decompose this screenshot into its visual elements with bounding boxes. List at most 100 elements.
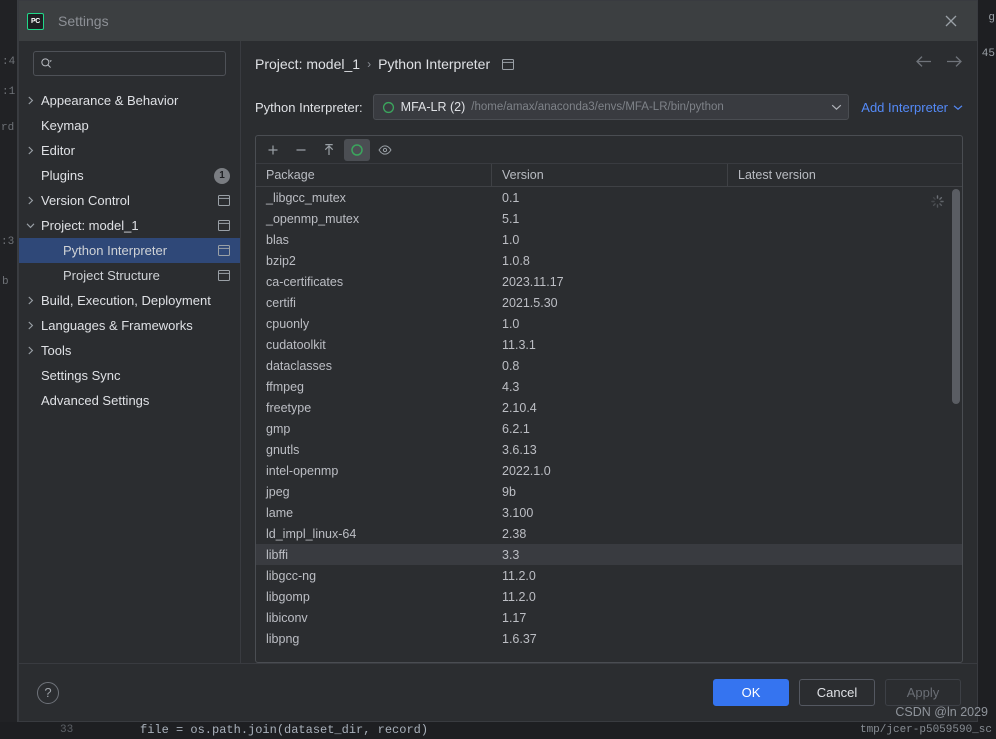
ide-code-text: file = os.path.join(dataset_dir, record) <box>140 723 429 737</box>
ok-button[interactable]: OK <box>713 679 789 706</box>
package-table-scrollbar[interactable] <box>952 189 960 647</box>
sidebar-item-appearance-behavior[interactable]: Appearance & Behavior <box>19 88 240 113</box>
column-header-latest-version[interactable]: Latest version <box>728 164 962 186</box>
table-row[interactable]: blas 1.0 <box>256 229 962 250</box>
sidebar-item-editor[interactable]: Editor <box>19 138 240 163</box>
sidebar-item-build-execution-deployment[interactable]: Build, Execution, Deployment <box>19 288 240 313</box>
table-row[interactable]: gnutls 3.6.13 <box>256 439 962 460</box>
table-row[interactable]: libffi 3.3 <box>256 544 962 565</box>
table-row[interactable]: intel-openmp 2022.1.0 <box>256 460 962 481</box>
search-input[interactable] <box>53 55 219 72</box>
backdrop-fragment-2: rd <box>1 122 15 134</box>
close-icon[interactable] <box>929 1 973 41</box>
backdrop-right-fragment-0: g <box>988 12 995 24</box>
search-icon <box>41 58 52 68</box>
arrow-left-icon[interactable] <box>915 55 932 73</box>
sidebar-item-plugins[interactable]: Plugins 1 <box>19 163 240 188</box>
table-row[interactable]: cudatoolkit 11.3.1 <box>256 334 962 355</box>
sidebar-item-project-structure[interactable]: Project Structure <box>19 263 240 288</box>
chevron-down-icon[interactable] <box>831 103 842 111</box>
dialog-body: Appearance & Behavior Keymap Editor Plugins… <box>19 41 977 663</box>
plugins-update-badge: 1 <box>214 167 230 184</box>
cell-version: 6.2.1 <box>502 421 530 436</box>
column-header-version[interactable]: Version <box>492 164 728 186</box>
cell-version: 2022.1.0 <box>502 463 551 478</box>
eye-icon <box>378 143 392 157</box>
cell-version: 11.2.0 <box>502 568 536 583</box>
cell-version: 3.100 <box>502 505 534 520</box>
add-package-button[interactable] <box>260 139 286 161</box>
cell-version: 3.3 <box>502 547 520 562</box>
table-row[interactable]: ca-certificates 2023.11.17 <box>256 271 962 292</box>
help-button[interactable]: ? <box>37 681 59 704</box>
sidebar-item-python-interpreter[interactable]: Python Interpreter <box>19 238 240 263</box>
upgrade-package-button[interactable] <box>316 139 342 161</box>
interpreter-path: /home/amax/anaconda3/envs/MFA-LR/bin/pyt… <box>471 101 724 113</box>
package-toolbar <box>256 136 962 164</box>
table-row[interactable]: ffmpeg 4.3 <box>256 376 962 397</box>
conda-env-button[interactable] <box>344 138 370 161</box>
sidebar-item-tools[interactable]: Tools <box>19 338 240 363</box>
sidebar-item-advanced-settings[interactable]: Advanced Settings <box>19 388 240 413</box>
table-row[interactable]: libiconv 1.17 <box>256 607 962 628</box>
sidebar-item-version-control[interactable]: Version Control <box>19 188 240 213</box>
sidebar-item-keymap[interactable]: Keymap <box>19 113 240 138</box>
table-row[interactable]: cpuonly 1.0 <box>256 313 962 334</box>
add-interpreter-button[interactable]: Add Interpreter <box>861 100 963 115</box>
cell-version: 2021.5.30 <box>502 295 558 310</box>
sidebar-item-project-model-1[interactable]: Project: model_1 <box>19 213 240 238</box>
breadcrumb-separator: › <box>367 57 372 71</box>
python-interpreter-select[interactable]: MFA-LR (2) /home/amax/anaconda3/envs/MFA… <box>372 94 850 120</box>
sidebar-item-languages-frameworks[interactable]: Languages & Frameworks <box>19 313 240 338</box>
scrollbar-thumb[interactable] <box>952 189 960 404</box>
remove-package-button[interactable] <box>288 139 314 161</box>
package-table-body[interactable]: _libgcc_mutex 0.1 _openmp_mutex 5.1 blas 1.0 b… <box>256 187 962 662</box>
chevron-right-icon[interactable] <box>19 296 41 305</box>
breadcrumb-crumb-python-interpreter[interactable]: Python Interpreter <box>378 56 490 72</box>
plus-icon <box>266 143 280 157</box>
column-header-package[interactable]: Package <box>256 164 492 186</box>
table-row[interactable]: freetype 2.10.4 <box>256 397 962 418</box>
interpreter-name: MFA-LR (2) <box>400 100 466 114</box>
table-row[interactable]: _openmp_mutex 5.1 <box>256 208 962 229</box>
cell-version: 1.0.8 <box>502 253 530 268</box>
breadcrumb-crumb-project[interactable]: Project: model_1 <box>255 56 360 72</box>
cell-version: 9b <box>502 484 516 499</box>
cancel-button[interactable]: Cancel <box>799 679 875 706</box>
table-row[interactable]: _libgcc_mutex 0.1 <box>256 187 962 208</box>
cell-package: libgcc-ng <box>266 568 317 583</box>
python-interpreter-label: Python Interpreter: <box>255 99 363 115</box>
chevron-right-icon[interactable] <box>19 196 41 205</box>
table-row[interactable]: libgomp 11.2.0 <box>256 586 962 607</box>
table-row[interactable]: libgcc-ng 11.2.0 <box>256 565 962 586</box>
ide-line-number: 33 <box>60 724 74 736</box>
arrow-right-icon[interactable] <box>946 55 963 73</box>
breadcrumb-row: Project: model_1 › Python Interpreter <box>241 41 977 87</box>
table-row[interactable]: lame 3.100 <box>256 502 962 523</box>
sidebar-item-label: Python Interpreter <box>63 243 168 258</box>
chevron-right-icon[interactable] <box>19 146 41 155</box>
cell-package: gmp <box>266 421 291 436</box>
cell-version: 2.10.4 <box>502 400 537 415</box>
table-row[interactable]: certifi 2021.5.30 <box>256 292 962 313</box>
table-row[interactable]: libpng 1.6.37 <box>256 628 962 649</box>
chevron-down-icon[interactable] <box>19 221 41 230</box>
cell-version: 3.6.13 <box>502 442 537 457</box>
sidebar-item-settings-sync[interactable]: Settings Sync <box>19 363 240 388</box>
settings-dialog: PC Settings Appearance & Behavior Keymap… <box>18 0 978 722</box>
chevron-right-icon[interactable] <box>19 346 41 355</box>
chevron-right-icon[interactable] <box>19 96 41 105</box>
table-row[interactable]: jpeg 9b <box>256 481 962 502</box>
cell-package: _openmp_mutex <box>266 211 360 226</box>
search-box[interactable] <box>33 51 226 76</box>
sidebar-item-label: Editor <box>41 143 75 158</box>
table-row[interactable]: bzip2 1.0.8 <box>256 250 962 271</box>
cell-version: 11.2.0 <box>502 589 536 604</box>
chevron-right-icon[interactable] <box>19 321 41 330</box>
cell-package: libiconv <box>266 610 308 625</box>
show-early-releases-button[interactable] <box>372 139 398 161</box>
dialog-title-bar: PC Settings <box>19 1 977 41</box>
table-row[interactable]: ld_impl_linux-64 2.38 <box>256 523 962 544</box>
table-row[interactable]: gmp 6.2.1 <box>256 418 962 439</box>
table-row[interactable]: dataclasses 0.8 <box>256 355 962 376</box>
